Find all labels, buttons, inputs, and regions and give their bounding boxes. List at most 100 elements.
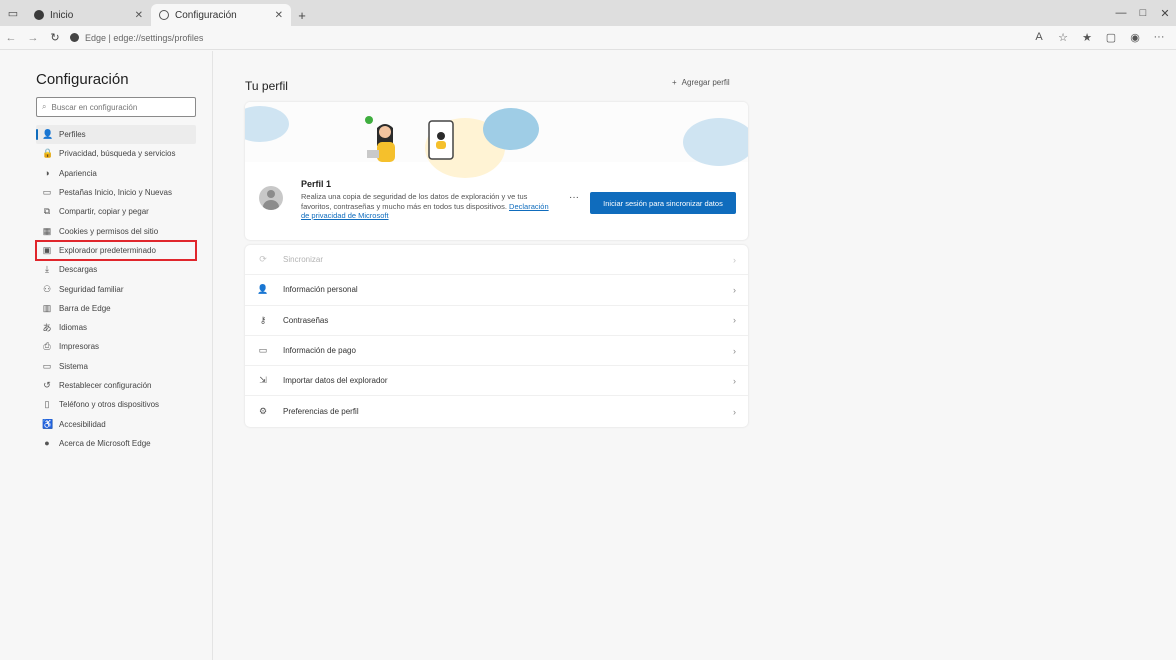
tab-inicio[interactable]: Inicio ✕ bbox=[26, 4, 151, 26]
tab-title: Inicio bbox=[50, 9, 74, 21]
profile-icon: 👤 bbox=[42, 129, 54, 140]
tab-bar: ▭ Inicio ✕ Configuración ✕ + — □ ✕ bbox=[0, 0, 1176, 26]
tabs-icon: ▭ bbox=[42, 187, 52, 198]
list-item-sincronizar[interactable]: ⟳ Sincronizar › bbox=[245, 245, 748, 276]
share-icon: ⧉ bbox=[43, 206, 51, 217]
sync-icon: ⟳ bbox=[259, 254, 267, 265]
edge-bar-icon: ▥ bbox=[42, 302, 52, 313]
minimize-icon[interactable]: — bbox=[1110, 0, 1132, 26]
collections-icon[interactable]: ▢ bbox=[1100, 31, 1122, 44]
search-box[interactable]: ⌕ bbox=[36, 97, 196, 117]
more-options-icon[interactable]: ··· bbox=[569, 192, 579, 203]
lock-icon: 🔒 bbox=[42, 148, 54, 159]
sidebar-item-apariencia[interactable]: ◑ Apariencia bbox=[36, 164, 196, 183]
sidebar-list: 👤 Perfiles 🔒 Privacidad, búsqueda y servic… bbox=[35, 125, 197, 453]
account-icon[interactable]: ◉ bbox=[1124, 31, 1146, 44]
import-icon: ⇲ bbox=[259, 375, 267, 386]
list-item-label: Preferencias de perfil bbox=[283, 407, 359, 417]
close-tab-icon[interactable]: ✕ bbox=[275, 10, 283, 21]
favorite-star-icon[interactable]: ☆ bbox=[1052, 31, 1074, 44]
gear-favicon-icon bbox=[159, 10, 169, 20]
sidebar-item-label: Explorador predeterminado bbox=[59, 245, 156, 255]
sidebar-item-label: Accesibilidad bbox=[59, 419, 106, 429]
more-icon[interactable]: ··· bbox=[1148, 31, 1170, 44]
sidebar-item-label: Compartir, copiar y pegar bbox=[59, 207, 149, 217]
edge-logo-icon bbox=[70, 33, 79, 42]
sidebar-item-telefono[interactable]: ▯ Teléfono y otros dispositivos bbox=[36, 395, 196, 414]
profile-name: Perfil 1 bbox=[301, 179, 332, 189]
list-item-informacion-personal[interactable]: 👤 Información personal › bbox=[245, 275, 748, 306]
phone-icon: ▯ bbox=[44, 399, 50, 410]
profile-settings-list: ⟳ Sincronizar › 👤 Información personal › ⚷ Co… bbox=[245, 245, 748, 427]
download-icon: ⤓ bbox=[45, 264, 49, 275]
sidebar-item-label: Perfiles bbox=[59, 130, 86, 140]
maximize-icon[interactable]: □ bbox=[1132, 0, 1154, 26]
favorites-icon[interactable]: ★ bbox=[1076, 31, 1098, 44]
list-item-preferencias-de-perfil[interactable]: ⚙ Preferencias de perfil › bbox=[245, 396, 748, 426]
sidebar-title: Configuración bbox=[36, 71, 129, 88]
new-tab-button[interactable]: + bbox=[291, 4, 313, 26]
sidebar-item-descargas[interactable]: ⤓ Descargas bbox=[36, 260, 196, 279]
reset-icon: ↺ bbox=[43, 380, 51, 390]
chevron-right-icon: › bbox=[733, 315, 736, 326]
cloud-illustration bbox=[483, 108, 539, 150]
sidebar-item-pestanas[interactable]: ▭ Pestañas Inicio, Inicio y Nuevas bbox=[36, 183, 196, 202]
back-icon[interactable]: ← bbox=[0, 32, 22, 44]
profile-description-text: Realiza una copia de seguridad de los da… bbox=[301, 192, 528, 211]
sidebar-item-label: Acerca de Microsoft Edge bbox=[59, 438, 151, 448]
sidebar-item-restablecer[interactable]: ↺ Restablecer configuración bbox=[36, 376, 196, 395]
person-illustration bbox=[365, 116, 395, 162]
family-icon: ⚇ bbox=[42, 283, 52, 294]
add-profile-button[interactable]: + Agregar perfil bbox=[672, 78, 730, 87]
card-icon: ▭ bbox=[258, 345, 268, 356]
sidebar-item-label: Seguridad familiar bbox=[59, 284, 124, 294]
language-icon: あ bbox=[42, 323, 52, 334]
list-item-importar-datos[interactable]: ⇲ Importar datos del explorador › bbox=[245, 366, 748, 397]
search-input[interactable] bbox=[51, 102, 182, 112]
sidebar-item-label: Teléfono y otros dispositivos bbox=[59, 400, 160, 410]
close-tab-icon[interactable]: ✕ bbox=[135, 10, 143, 21]
chevron-right-icon: › bbox=[733, 254, 736, 265]
tab-configuracion[interactable]: Configuración ✕ bbox=[151, 4, 291, 26]
list-item-informacion-de-pago[interactable]: ▭ Información de pago › bbox=[245, 336, 748, 367]
sidebar-item-label: Restablecer configuración bbox=[59, 381, 152, 390]
sidebar-item-impresoras[interactable]: ⎙ Impresoras bbox=[36, 337, 196, 356]
sidebar-item-acerca-de[interactable]: ● Acerca de Microsoft Edge bbox=[36, 434, 196, 453]
sidebar-item-perfiles[interactable]: 👤 Perfiles bbox=[36, 125, 196, 145]
sidebar-item-explorador-predeterminado[interactable]: ▣ Explorador predeterminado bbox=[35, 239, 197, 262]
sidebar-item-accesibilidad[interactable]: ♿ Accesibilidad bbox=[36, 414, 196, 433]
address-bar: ← → ↻ Edge | edge://settings/profiles A … bbox=[0, 26, 1176, 50]
sidebar-item-idiomas[interactable]: あ Idiomas bbox=[36, 318, 196, 337]
url-field[interactable]: Edge | edge://settings/profiles bbox=[70, 33, 203, 43]
settings-sidebar: Configuración ⌕ 👤 Perfiles 🔒 Privacidad, b… bbox=[0, 51, 213, 660]
sidebar-item-seguridad-familiar[interactable]: ⚇ Seguridad familiar bbox=[36, 279, 196, 298]
cloud-illustration bbox=[245, 106, 289, 142]
profile-prefs-icon: ⚙ bbox=[258, 406, 268, 417]
list-item-label: Importar datos del explorador bbox=[283, 376, 388, 386]
list-item-label: Información personal bbox=[283, 285, 358, 295]
read-aloud-icon[interactable]: A bbox=[1028, 31, 1050, 44]
chevron-right-icon: › bbox=[733, 406, 736, 417]
sidebar-item-compartir[interactable]: ⧉ Compartir, copiar y pegar bbox=[36, 202, 196, 221]
chevron-right-icon: › bbox=[733, 284, 736, 295]
chevron-right-icon: › bbox=[733, 345, 736, 356]
sidebar-item-privacidad[interactable]: 🔒 Privacidad, búsqueda y servicios bbox=[36, 144, 196, 163]
sidebar-item-label: Descargas bbox=[59, 265, 98, 275]
profile-banner-illustration bbox=[245, 102, 748, 178]
sidebar-item-barra-edge[interactable]: ▥ Barra de Edge bbox=[36, 299, 196, 318]
sidebar-item-sistema[interactable]: ▭ Sistema bbox=[36, 357, 196, 376]
sidebar-item-label: Cookies y permisos del sitio bbox=[59, 226, 159, 236]
search-icon: ⌕ bbox=[42, 102, 47, 111]
list-item-contrasenas[interactable]: ⚷ Contraseñas › bbox=[245, 306, 748, 336]
refresh-icon[interactable]: ↻ bbox=[44, 31, 66, 44]
sidebar-item-cookies[interactable]: ▦ Cookies y permisos del sitio bbox=[36, 221, 196, 240]
sign-in-sync-button[interactable]: Iniciar sesión para sincronizar datos bbox=[590, 192, 736, 214]
toolbar: A ☆ ★ ▢ ◉ ··· bbox=[1028, 31, 1176, 44]
tab-actions-icon[interactable]: ▭ bbox=[0, 0, 26, 26]
forward-icon[interactable]: → bbox=[22, 32, 44, 44]
cookie-icon: ▦ bbox=[42, 225, 52, 236]
edge-favicon-icon bbox=[34, 10, 44, 20]
close-window-icon[interactable]: ✕ bbox=[1154, 0, 1176, 26]
list-item-label: Contraseñas bbox=[283, 315, 329, 325]
key-icon: ⚷ bbox=[259, 314, 267, 325]
